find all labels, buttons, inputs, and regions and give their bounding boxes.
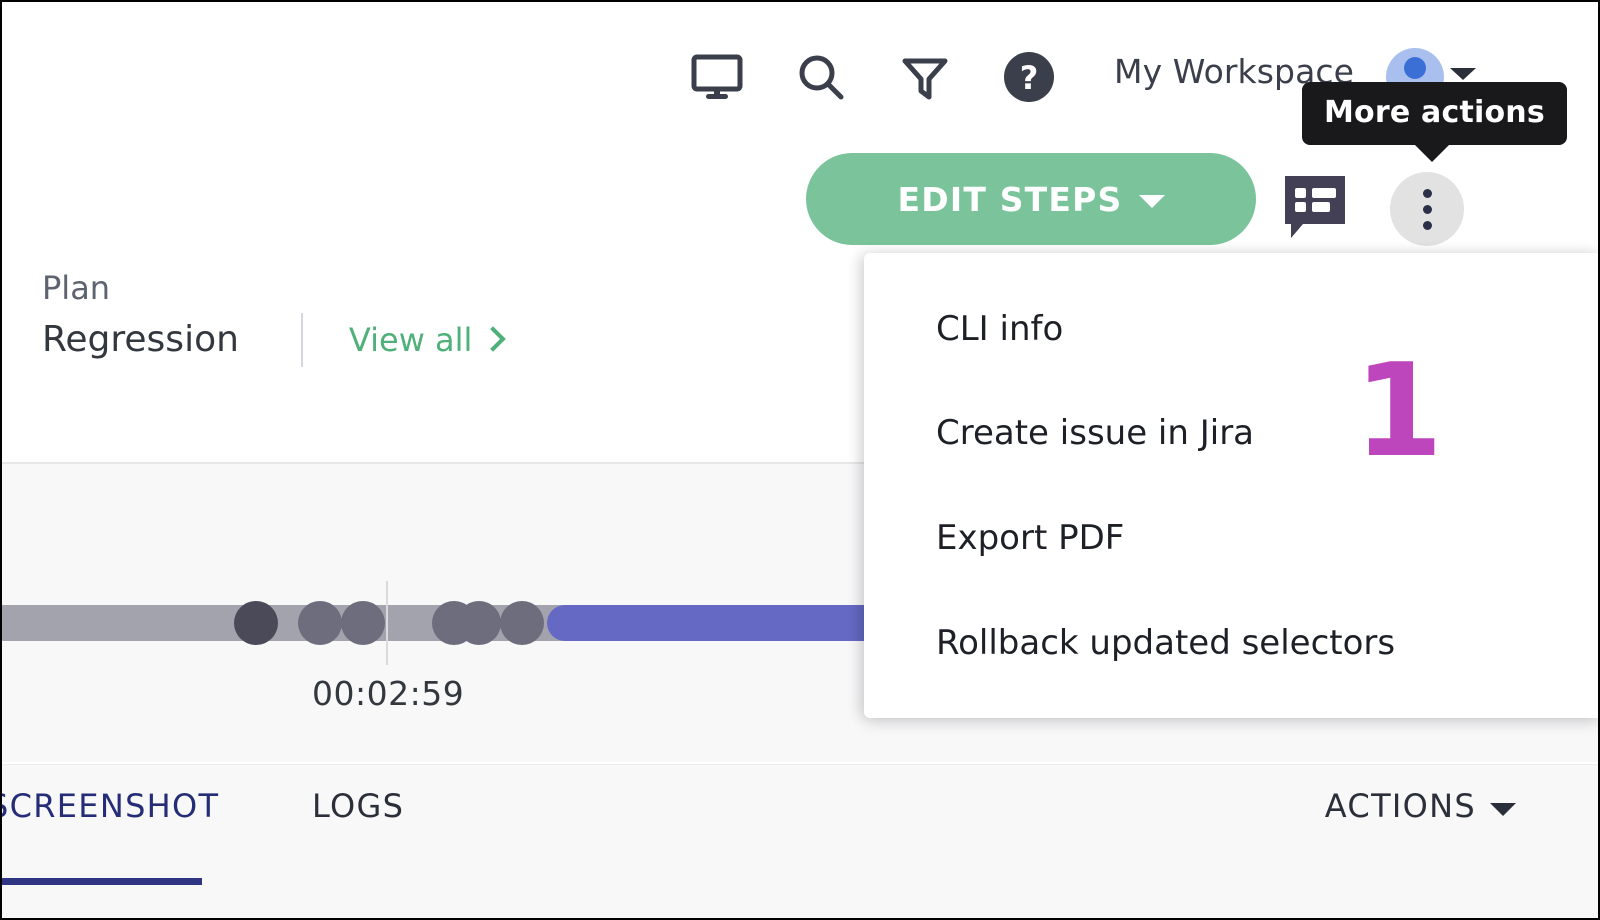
chevron-right-icon — [480, 326, 507, 352]
actions-label: ACTIONS — [1324, 787, 1476, 825]
avatar-head — [1404, 57, 1426, 79]
timeline-timestamp: 00:02:59 — [312, 674, 465, 713]
plan-block: Plan Regression View all — [42, 269, 507, 367]
help-icon[interactable]: ? — [1000, 48, 1058, 106]
comment-list-icon[interactable] — [1277, 168, 1353, 244]
actions-dropdown[interactable]: ACTIONS — [1325, 787, 1516, 825]
timeline-marker[interactable] — [457, 601, 501, 645]
filter-icon[interactable] — [896, 48, 954, 106]
tooltip-text: More actions — [1324, 95, 1545, 130]
menu-item-cli-info[interactable]: CLI info — [936, 309, 1063, 349]
menu-item-export-pdf[interactable]: Export PDF — [936, 518, 1124, 558]
more-dot — [1422, 204, 1432, 214]
tab-active-underline — [2, 878, 202, 885]
more-vertical-icon[interactable] — [1390, 172, 1464, 246]
chevron-down-icon — [1138, 195, 1165, 208]
tooltip-arrow — [1414, 144, 1450, 162]
timeline-marker[interactable] — [500, 601, 544, 645]
chevron-down-icon[interactable] — [1450, 68, 1476, 80]
app-window: ? My Workspace EDIT STEPS More actions P… — [0, 0, 1600, 920]
edit-steps-button[interactable]: EDIT STEPS — [806, 153, 1256, 245]
top-icon-group: ? — [688, 48, 1058, 106]
search-icon[interactable] — [792, 48, 850, 106]
plan-row: Regression View all — [42, 312, 507, 367]
tab-logs[interactable]: LOGS — [312, 787, 404, 825]
svg-text:?: ? — [1020, 59, 1039, 97]
plan-label: Plan — [42, 269, 111, 307]
timeline-marker[interactable] — [234, 601, 278, 645]
edit-steps-label: EDIT STEPS — [897, 179, 1123, 219]
tab-screenshot[interactable]: SCREENSHOT — [2, 787, 219, 825]
monitor-icon[interactable] — [688, 48, 746, 106]
divider — [300, 312, 303, 367]
tooltip-more-actions: More actions — [1302, 82, 1567, 162]
more-dot — [1422, 220, 1432, 230]
timeline-marker[interactable] — [298, 601, 342, 645]
tab-bar: SCREENSHOT LOGS ACTIONS — [2, 764, 1598, 918]
view-all-label: View all — [348, 320, 473, 359]
timeline-tick — [386, 581, 388, 665]
view-all-link[interactable]: View all — [348, 320, 507, 359]
timeline-marker[interactable] — [341, 601, 385, 645]
menu-item-create-issue-jira[interactable]: Create issue in Jira — [936, 413, 1254, 453]
more-actions-menu: CLI info Create issue in Jira Export PDF… — [864, 253, 1598, 718]
more-dot — [1422, 188, 1432, 198]
chevron-down-icon — [1490, 802, 1516, 816]
menu-item-rollback-selectors[interactable]: Rollback updated selectors — [936, 623, 1395, 663]
plan-name: Regression — [42, 319, 239, 361]
